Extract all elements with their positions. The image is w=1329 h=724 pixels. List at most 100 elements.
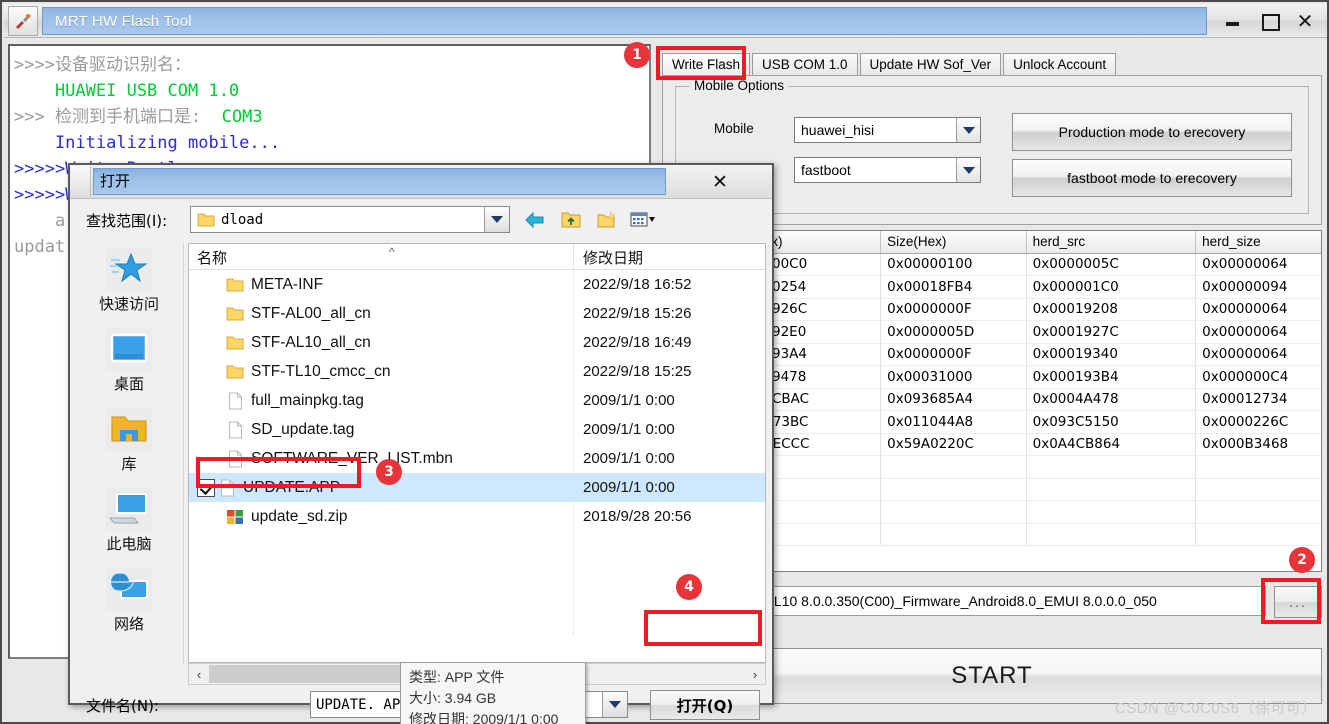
- cell-herd-size: 0x00000064: [1195, 253, 1321, 276]
- filename-label: 文件名(N):: [86, 697, 159, 715]
- desktop-icon: [106, 327, 152, 371]
- chevron-down-icon[interactable]: [484, 207, 509, 232]
- cell-size: 0x00000100: [880, 253, 1027, 276]
- minimize-icon[interactable]: [1223, 11, 1243, 31]
- place-network[interactable]: 网络: [74, 563, 184, 643]
- folder-icon: [197, 212, 215, 227]
- cell-herd-size: 0x00012734: [1195, 388, 1321, 411]
- mode-select[interactable]: fastboot: [794, 157, 981, 183]
- fastboot-mode-button[interactable]: fastboot mode to erecovery: [1012, 159, 1292, 197]
- place-label: 网络: [113, 615, 144, 633]
- list-item[interactable]: SOFTWARE_VER_LIST.mbn 2009/1/1 0:00: [189, 444, 765, 473]
- cell-size: 0x00018FB4: [880, 275, 1027, 299]
- file-name: STF-AL10_all_cn: [251, 333, 371, 351]
- cell-size: 0x00031000: [880, 365, 1027, 389]
- dialog-close-icon[interactable]: ✕: [670, 166, 770, 197]
- mobile-select[interactable]: huawei_hisi: [794, 117, 981, 143]
- scroll-right-icon[interactable]: ›: [745, 667, 765, 682]
- file-date: 2022/9/18 15:25: [583, 363, 692, 380]
- look-in-select[interactable]: dload: [190, 206, 510, 233]
- scroll-left-icon[interactable]: ‹: [189, 667, 209, 682]
- file-name: STF-AL00_all_cn: [251, 304, 371, 322]
- file-name: SOFTWARE_VER_LIST.mbn: [251, 449, 453, 467]
- network-icon: [106, 567, 152, 611]
- column-header-name[interactable]: 名称: [197, 247, 227, 268]
- file-tooltip: 类型: APP 文件 大小: 3.94 GB 修改日期: 2009/1/1 0:…: [400, 662, 586, 724]
- annotation-badge-4: 4: [676, 574, 702, 600]
- open-button[interactable]: 打开(Q): [650, 690, 760, 720]
- chevron-down-icon[interactable]: [956, 158, 980, 182]
- cell-herd-size: 0x00000064: [1195, 343, 1321, 366]
- cell-herd-src: 0x00019208: [1026, 298, 1197, 321]
- cell-herd-src: 0x0000005C: [1026, 253, 1197, 276]
- tooltip-type: 类型: APP 文件: [409, 669, 505, 685]
- cell-herd-src: 0x0A4CB864: [1026, 433, 1197, 456]
- list-item-selected[interactable]: UPDATE.APP 2009/1/1 0:00: [189, 473, 765, 502]
- maximize-icon[interactable]: [1259, 11, 1280, 31]
- file-list-header: 名称 ^ 修改日期: [189, 244, 765, 270]
- file-icon: [223, 391, 247, 410]
- cell-herd-src: 0x000193B4: [1026, 365, 1197, 389]
- file-name: STF-TL10_cmcc_cn: [251, 362, 391, 380]
- cell-size: [880, 478, 1027, 501]
- cell-herd-size: 0x00000064: [1195, 320, 1321, 344]
- file-name: META-INF: [251, 275, 324, 293]
- col-header-herd-size[interactable]: herd_size: [1195, 231, 1321, 254]
- file-icon: [215, 478, 239, 497]
- list-item[interactable]: META-INF 2022/9/18 16:52: [189, 270, 765, 299]
- cell-herd-size: [1195, 523, 1321, 546]
- file-checkbox[interactable]: [197, 478, 215, 497]
- tooltip-date: 修改日期: 2009/1/1 0:00: [409, 711, 559, 724]
- file-date: 2022/9/18 15:26: [583, 305, 692, 322]
- list-item[interactable]: STF-AL10_all_cn 2022/9/18 16:49: [189, 328, 765, 357]
- place-quick-access[interactable]: 快速访问: [74, 243, 184, 323]
- up-folder-icon[interactable]: [558, 208, 584, 232]
- annotation-badge-1: 1: [624, 42, 650, 68]
- place-label: 此电脑: [106, 535, 152, 553]
- list-item[interactable]: SD_update.tag 2009/1/1 0:00: [189, 415, 765, 444]
- file-icon: [223, 420, 247, 439]
- folder-icon: [223, 364, 247, 379]
- cell-size: 0x0000000F: [880, 343, 1027, 366]
- file-icon: [223, 449, 247, 468]
- chevron-down-icon[interactable]: [956, 118, 980, 142]
- place-label: 桌面: [113, 375, 144, 393]
- back-arrow-icon[interactable]: [522, 208, 548, 232]
- browse-button[interactable]: ...: [1274, 586, 1322, 618]
- list-item[interactable]: update_sd.zip 2018/9/28 20:56: [189, 502, 765, 531]
- cell-herd-src: 0x00019340: [1026, 343, 1197, 366]
- dialog-nav-icons: [522, 206, 692, 233]
- close-icon[interactable]: ✕: [1295, 11, 1315, 31]
- tab-unlock-account[interactable]: Unlock Account: [1003, 53, 1117, 76]
- tab-update-hw-sofver[interactable]: Update HW Sof_Ver: [859, 53, 1002, 76]
- col-header-size[interactable]: Size(Hex): [880, 231, 1027, 254]
- new-folder-icon[interactable]: [594, 208, 620, 232]
- file-list[interactable]: 名称 ^ 修改日期 META-INF 2022/9/18 16:52 STF-A…: [188, 243, 766, 663]
- chevron-down-icon[interactable]: [602, 692, 627, 717]
- cell-herd-size: 0x00000094: [1195, 275, 1321, 299]
- log-line: Initializing mobile...: [14, 133, 281, 153]
- place-desktop[interactable]: 桌面: [74, 323, 184, 403]
- log-line: >>>>设备驱动识别名：: [14, 55, 191, 75]
- mode-select-value: fastboot: [801, 162, 851, 178]
- list-item[interactable]: STF-TL10_cmcc_cn 2022/9/18 15:25: [189, 357, 765, 386]
- app-icon: [8, 6, 38, 36]
- file-name: UPDATE.APP: [243, 478, 341, 496]
- list-item[interactable]: STF-AL00_all_cn 2022/9/18 15:26: [189, 299, 765, 328]
- production-mode-button[interactable]: Production mode to erecovery: [1012, 113, 1292, 151]
- mobile-label: Mobile: [714, 121, 754, 136]
- log-line-value: COM3: [211, 107, 263, 127]
- col-header-herd-src[interactable]: herd_src: [1026, 231, 1197, 254]
- column-header-date[interactable]: 修改日期: [583, 247, 643, 268]
- list-item[interactable]: full_mainpkg.tag 2009/1/1 0:00: [189, 386, 765, 415]
- tab-strip: Write Flash USB COM 1.0 Update HW Sof_Ve…: [662, 52, 1322, 76]
- tab-usb-com[interactable]: USB COM 1.0: [752, 53, 858, 76]
- log-line-prefix: >>> 检测到手机端口是:: [14, 107, 212, 127]
- place-library[interactable]: 库: [74, 403, 184, 483]
- place-this-pc[interactable]: 此电脑: [74, 483, 184, 563]
- view-mode-icon[interactable]: [630, 208, 656, 232]
- cell-herd-size: 0x000000C4: [1195, 365, 1321, 389]
- this-pc-icon: [106, 487, 152, 531]
- tab-write-flash[interactable]: Write Flash: [662, 53, 751, 76]
- look-in-value: dload: [221, 211, 264, 228]
